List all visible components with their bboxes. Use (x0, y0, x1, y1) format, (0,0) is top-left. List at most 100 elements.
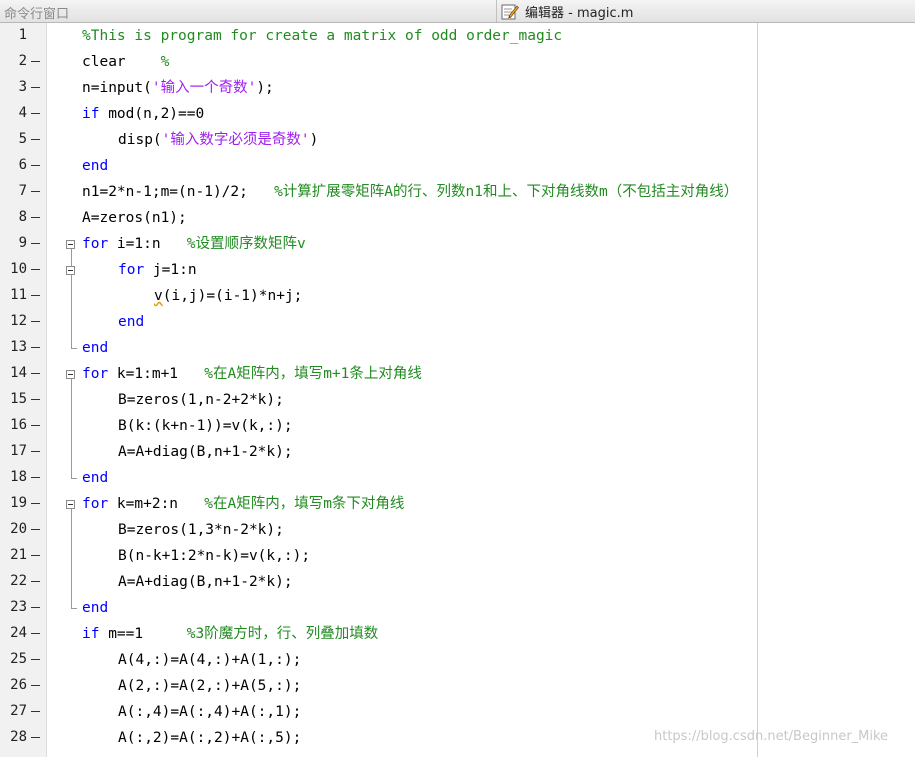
breakpoint-marker[interactable] (31, 243, 40, 244)
breakpoint-marker[interactable] (31, 425, 40, 426)
code-line[interactable]: end (118, 309, 144, 335)
code-line[interactable]: for k=1:m+1 %在A矩阵内，填写m+1条上对角线 (82, 361, 422, 387)
line-number-row[interactable]: 18 (0, 465, 46, 491)
editor-tab[interactable]: 编辑器 - magic.m (501, 2, 633, 21)
line-number-row[interactable]: 16 (0, 413, 46, 439)
code-line[interactable]: for j=1:n (118, 257, 197, 283)
breakpoint-marker[interactable] (31, 685, 40, 686)
breakpoint-marker[interactable] (31, 555, 40, 556)
line-number-row[interactable]: 17 (0, 439, 46, 465)
line-number-row[interactable]: 25 (0, 647, 46, 673)
line-number-row[interactable]: 28 (0, 725, 46, 751)
line-number-row[interactable]: 6 (0, 153, 46, 179)
line-number-row[interactable]: 14 (0, 361, 46, 387)
line-number: 14 (10, 365, 27, 381)
line-number-row[interactable]: 11 (0, 283, 46, 309)
code-line[interactable]: %This is program for create a matrix of … (82, 23, 562, 49)
line-number-row[interactable]: 21 (0, 543, 46, 569)
fold-toggle-icon[interactable] (66, 266, 75, 275)
code-line[interactable]: end (82, 465, 108, 491)
code-line[interactable]: end (82, 335, 108, 361)
breakpoint-marker[interactable] (31, 607, 40, 608)
command-window-tab[interactable]: 命令行窗口 (4, 3, 69, 22)
line-number-row[interactable]: 4 (0, 101, 46, 127)
code-line[interactable]: clear % (82, 49, 169, 75)
fold-toggle-icon[interactable] (66, 370, 75, 379)
line-number-row[interactable]: 20 (0, 517, 46, 543)
line-number-row[interactable]: 24 (0, 621, 46, 647)
line-number-row[interactable]: 7 (0, 179, 46, 205)
code-editor[interactable]: 1 2 3 4 5 6 7 8 9 10 11 12 13 14 15 16 17 18 19 20 21 22 23 24 2… (0, 23, 915, 757)
code-line[interactable]: if mod(n,2)==0 (82, 101, 204, 127)
line-number-row[interactable]: 22 (0, 569, 46, 595)
breakpoint-marker[interactable] (31, 217, 40, 218)
line-number: 2 (18, 53, 27, 69)
breakpoint-marker[interactable] (31, 321, 40, 322)
code-comment: %This is program for create a matrix of … (82, 28, 563, 44)
code-line[interactable]: for i=1:n %设置顺序数矩阵v (82, 231, 306, 257)
breakpoint-marker[interactable] (31, 165, 40, 166)
line-number: 9 (18, 235, 27, 251)
breakpoint-marker[interactable] (31, 529, 40, 530)
breakpoint-marker[interactable] (31, 711, 40, 712)
fold-guide-line (71, 249, 72, 348)
line-number-row[interactable]: 12 (0, 309, 46, 335)
code-line[interactable]: n1=2*n-1;m=(n-1)/2; %计算扩展零矩阵A的行、列数n1和上、下… (82, 179, 738, 205)
breakpoint-marker[interactable] (31, 477, 40, 478)
breakpoint-marker[interactable] (31, 139, 40, 140)
code-token: j=1:n (144, 262, 197, 278)
breakpoint-marker[interactable] (31, 373, 40, 374)
breakpoint-marker[interactable] (31, 269, 40, 270)
line-number-row[interactable]: 26 (0, 673, 46, 699)
code-line[interactable]: A(:,4)=A(:,4)+A(:,1); (118, 699, 301, 725)
line-number-row[interactable]: 9 (0, 231, 46, 257)
breakpoint-marker[interactable] (31, 503, 40, 504)
line-number-row[interactable]: 8 (0, 205, 46, 231)
line-number-row[interactable]: 19 (0, 491, 46, 517)
code-line[interactable]: B(k:(k+n-1))=v(k,:); (118, 413, 293, 439)
fold-toggle-icon[interactable] (66, 500, 75, 509)
code-line[interactable]: A=zeros(n1); (82, 205, 187, 231)
breakpoint-marker[interactable] (31, 347, 40, 348)
code-line[interactable]: B=zeros(1,3*n-2*k); (118, 517, 284, 543)
code-line[interactable]: disp('输入数字必须是奇数') (118, 127, 318, 153)
code-line[interactable]: A(2,:)=A(2,:)+A(5,:); (118, 673, 301, 699)
breakpoint-marker[interactable] (31, 581, 40, 582)
line-number-row[interactable]: 13 (0, 335, 46, 361)
line-number-row[interactable]: 1 (0, 23, 46, 49)
code-line[interactable]: A(4,:)=A(4,:)+A(1,:); (118, 647, 301, 673)
line-number-row[interactable]: 2 (0, 49, 46, 75)
line-number-row[interactable]: 3 (0, 75, 46, 101)
code-line[interactable]: n=input('输入一个奇数'); (82, 75, 274, 101)
code-line[interactable]: A=A+diag(B,n+1-2*k); (118, 439, 293, 465)
fold-toggle-icon[interactable] (66, 240, 75, 249)
code-line[interactable]: if m==1 %3阶魔方时，行、列叠加填数 (82, 621, 378, 647)
code-line[interactable]: A(:,2)=A(:,2)+A(:,5); (118, 725, 301, 751)
code-line[interactable]: end (82, 595, 108, 621)
code-token: B=zeros(1,3*n-2*k); (118, 522, 284, 538)
line-number-row[interactable]: 27 (0, 699, 46, 725)
code-line[interactable]: end (82, 153, 108, 179)
code-line[interactable]: v(i,j)=(i-1)*n+j; (154, 283, 302, 309)
code-line[interactable]: B=zeros(1,n-2+2*k); (118, 387, 284, 413)
breakpoint-marker[interactable] (31, 113, 40, 114)
line-number-row[interactable]: 15 (0, 387, 46, 413)
titlebar-divider (496, 0, 497, 22)
breakpoint-marker[interactable] (31, 737, 40, 738)
breakpoint-marker[interactable] (31, 399, 40, 400)
breakpoint-marker[interactable] (31, 295, 40, 296)
breakpoint-marker[interactable] (31, 61, 40, 62)
breakpoint-marker[interactable] (31, 633, 40, 634)
breakpoint-marker[interactable] (31, 659, 40, 660)
code-line[interactable]: B(n-k+1:2*n-k)=v(k,:); (118, 543, 310, 569)
breakpoint-marker[interactable] (31, 87, 40, 88)
code-line[interactable]: A=A+diag(B,n+1-2*k); (118, 569, 293, 595)
code-line[interactable]: for k=m+2:n %在A矩阵内，填写m条下对角线 (82, 491, 404, 517)
code-text-area[interactable]: %This is program for create a matrix of … (82, 23, 902, 757)
line-number-row[interactable]: 23 (0, 595, 46, 621)
line-number-row[interactable]: 10 (0, 257, 46, 283)
breakpoint-marker[interactable] (31, 191, 40, 192)
line-number-row[interactable]: 5 (0, 127, 46, 153)
right-margin-guide (757, 23, 758, 757)
breakpoint-marker[interactable] (31, 451, 40, 452)
